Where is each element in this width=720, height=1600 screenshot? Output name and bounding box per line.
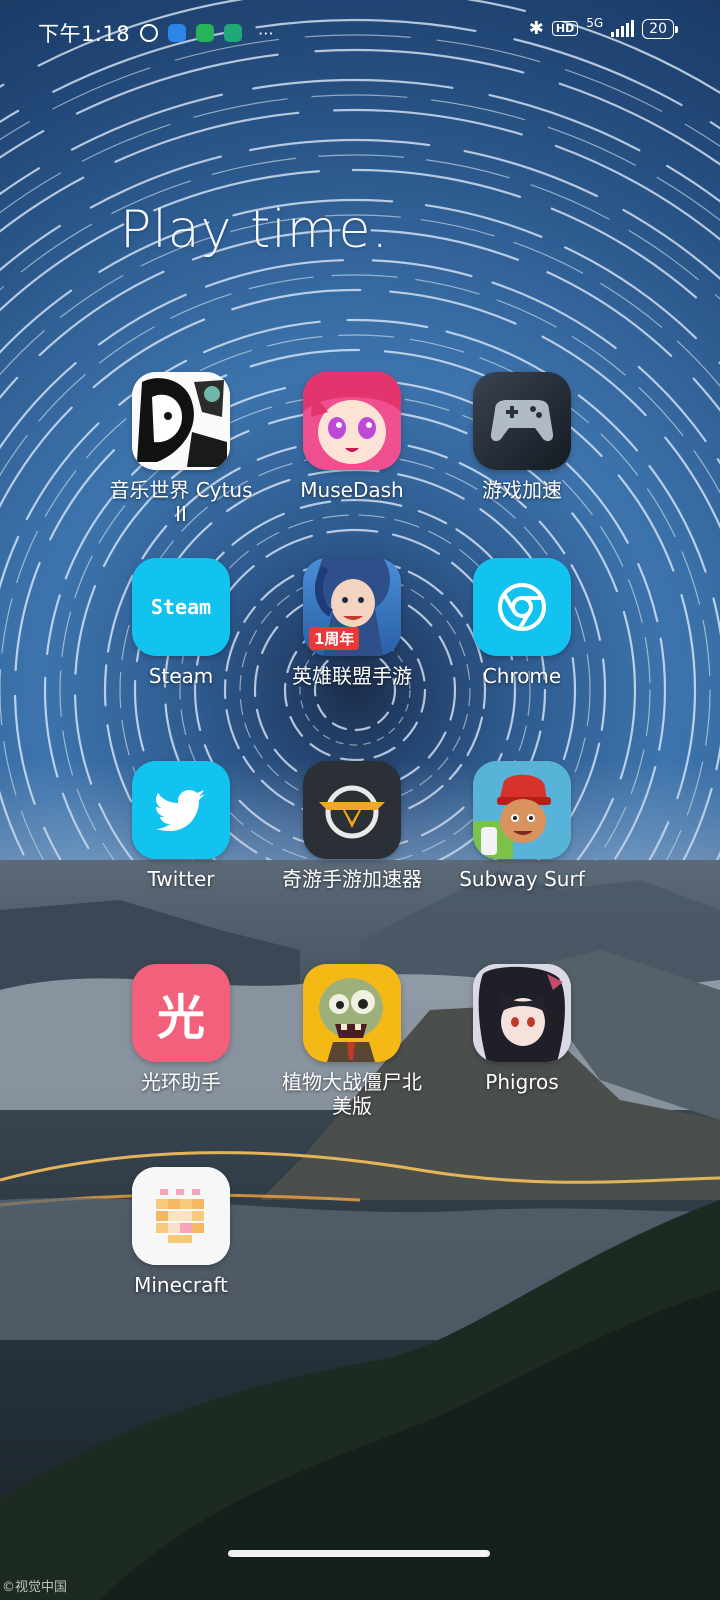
battery-indicator: 20 — [642, 18, 678, 39]
app-lol-mobile[interactable]: 1周年 英雄联盟手游 — [267, 558, 437, 688]
signal-bars-icon — [611, 19, 635, 37]
app-minecraft[interactable]: Minecraft — [96, 1167, 266, 1297]
gesture-navigation-bar[interactable] — [228, 1550, 490, 1557]
game-controller-icon — [473, 372, 571, 470]
app-label: Minecraft — [134, 1273, 228, 1297]
app-label: MuseDash — [300, 478, 404, 502]
wallpaper-watermark: ©视觉中国 — [2, 1580, 68, 1595]
app-twitter[interactable]: Twitter — [96, 761, 266, 891]
shield-icon — [196, 24, 215, 42]
app-label: 英雄联盟手游 — [292, 664, 412, 688]
notification-app-icon-2 — [224, 24, 243, 42]
pvz-zombie-icon — [303, 964, 401, 1062]
app-phigros[interactable]: Phigros — [437, 964, 607, 1094]
status-bar: 下午1:18 ··· ✱ HD 5G 20 — [0, 0, 720, 66]
alarm-icon — [140, 24, 159, 42]
more-notifications-indicator: ··· — [258, 23, 274, 43]
app-label: 奇游手游加速器 — [282, 867, 422, 891]
app-label: 光环助手 — [141, 1070, 221, 1094]
app-label: 音乐世界 Cytus II — [109, 478, 253, 526]
cytus-icon — [132, 372, 230, 470]
qiyou-icon — [303, 761, 401, 859]
bluetooth-icon: ✱ — [528, 18, 544, 39]
app-label: Chrome — [482, 664, 562, 688]
notification-app-icon — [168, 24, 187, 42]
twitter-bird-icon — [132, 761, 230, 859]
steam-icon: Steam — [132, 558, 230, 656]
hd-icon: HD — [551, 21, 579, 36]
app-label: Subway Surf — [459, 867, 585, 891]
app-steam[interactable]: Steam Steam — [96, 558, 266, 688]
app-subway-surf[interactable]: Subway Surf — [437, 761, 607, 891]
subway-surfers-icon — [473, 761, 571, 859]
guanghuan-icon-glyph: 光 — [156, 990, 205, 1046]
phigros-icon — [473, 964, 571, 1062]
folder-title[interactable]: Play time. — [120, 200, 389, 260]
chrome-icon — [473, 558, 571, 656]
app-musedash[interactable]: MuseDash — [267, 372, 437, 502]
app-qiyou[interactable]: 奇游手游加速器 — [267, 761, 437, 891]
app-chrome[interactable]: Chrome — [437, 558, 607, 688]
app-label: 植物大战僵尸北美版 — [282, 1070, 422, 1118]
app-game-booster[interactable]: 游戏加速 — [437, 372, 607, 502]
network-type: 5G — [586, 15, 604, 30]
app-pvz[interactable]: 植物大战僵尸北美版 — [267, 964, 437, 1118]
lol-mobile-icon: 1周年 — [303, 558, 401, 656]
status-time: 下午1:18 — [38, 22, 131, 46]
app-label: Steam — [148, 664, 214, 688]
anniversary-badge: 1周年 — [309, 627, 360, 650]
musedash-icon — [303, 372, 401, 470]
minecraft-icon — [132, 1167, 230, 1265]
app-cytus[interactable]: 音乐世界 Cytus II — [96, 372, 266, 526]
app-guanghuan[interactable]: 光 光环助手 — [96, 964, 266, 1094]
steam-icon-text: Steam — [150, 595, 212, 619]
app-label: Phigros — [485, 1070, 559, 1094]
app-label: 游戏加速 — [482, 478, 562, 502]
app-label: Twitter — [147, 867, 215, 891]
guanghuan-icon: 光 — [132, 964, 230, 1062]
